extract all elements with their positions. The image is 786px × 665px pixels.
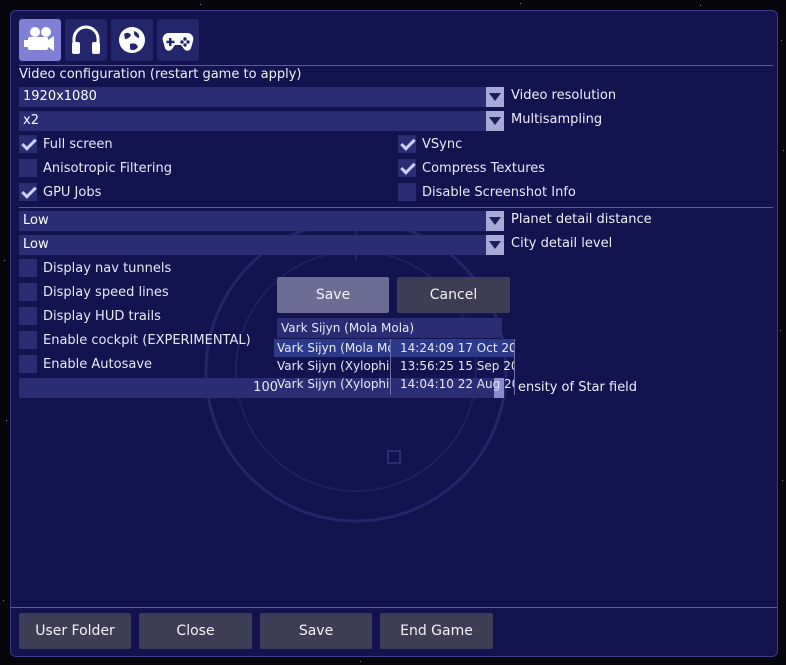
checkbox-label: Enable Autosave xyxy=(43,356,153,372)
planet-detail-value: Low xyxy=(23,213,49,228)
chevron-down-icon[interactable] xyxy=(486,235,504,255)
settings-tabs xyxy=(19,19,199,61)
globe-icon xyxy=(119,27,145,53)
checkbox-label: Display HUD trails xyxy=(43,308,161,324)
resolution-value: 1920x1080 xyxy=(23,89,97,104)
checkbox-label: Disable Screenshot Info xyxy=(422,184,576,200)
planet-detail-dropdown[interactable]: Low xyxy=(19,211,504,231)
multisampling-value: x2 xyxy=(23,113,39,128)
nav-tunnels-checkbox[interactable]: Display nav tunnels xyxy=(19,259,171,277)
resolution-dropdown[interactable]: 1920x1080 xyxy=(19,87,504,107)
checkbox-label: Display nav tunnels xyxy=(43,260,172,276)
save-file-name: Vark Sijyn (Mola Mola) xyxy=(277,341,391,355)
fullscreen-checkbox[interactable]: Full screen xyxy=(19,135,113,153)
column-separator xyxy=(514,339,515,395)
video-camera-icon xyxy=(24,27,54,51)
multisampling-label: Multisampling xyxy=(511,112,603,127)
user-folder-button[interactable]: User Folder xyxy=(19,613,131,649)
chevron-down-icon[interactable] xyxy=(486,87,504,107)
star-field-density-label: ensity of Star field xyxy=(518,380,638,395)
close-button[interactable]: Close xyxy=(139,613,252,649)
save-button[interactable]: Save xyxy=(260,613,372,649)
save-file-date: 14:04:10 22 Aug 2017 xyxy=(400,377,515,391)
checkbox-box[interactable] xyxy=(19,135,37,153)
checkbox-box[interactable] xyxy=(398,183,416,201)
planet-detail-label: Planet detail distance xyxy=(511,212,652,227)
video-config-header: Video configuration (restart game to app… xyxy=(19,67,302,82)
checkbox-label: VSync xyxy=(422,136,463,152)
save-dialog-cancel-button[interactable]: Cancel xyxy=(397,277,510,313)
city-detail-value: Low xyxy=(23,237,49,252)
enable-cockpit-checkbox[interactable]: Enable cockpit (EXPERIMENTAL) xyxy=(19,331,251,349)
tab-language[interactable] xyxy=(111,19,153,61)
compress-textures-checkbox[interactable]: Compress Textures xyxy=(398,159,545,177)
checkbox-box[interactable] xyxy=(19,183,37,201)
checkbox-box[interactable] xyxy=(19,159,37,177)
checkbox-box[interactable] xyxy=(398,159,416,177)
save-dialog-save-button[interactable]: Save xyxy=(277,277,389,313)
checkbox-label: GPU Jobs xyxy=(43,184,102,200)
column-separator xyxy=(390,339,391,395)
tab-video[interactable] xyxy=(19,19,61,61)
multisampling-dropdown[interactable]: x2 xyxy=(19,111,504,131)
separator xyxy=(11,607,777,608)
checkbox-box[interactable] xyxy=(19,283,37,301)
checkbox-label: Compress Textures xyxy=(422,160,546,176)
vsync-checkbox[interactable]: VSync xyxy=(398,135,462,153)
checkbox-box[interactable] xyxy=(19,259,37,277)
checkbox-label: Full screen xyxy=(43,136,113,152)
save-file-row[interactable]: Vark Sijyn (Xylophis) 13:56:25 15 Sep 20… xyxy=(274,357,515,375)
enable-autosave-checkbox[interactable]: Enable Autosave xyxy=(19,355,152,373)
save-file-row[interactable]: Vark Sijyn (Mola Mola) 14:24:09 17 Oct 2… xyxy=(274,339,515,357)
gpu-jobs-checkbox[interactable]: GPU Jobs xyxy=(19,183,101,201)
headphones-icon xyxy=(72,25,100,54)
save-file-name: Vark Sijyn (Xylophis) xyxy=(277,377,391,391)
anisotropic-checkbox[interactable]: Anisotropic Filtering xyxy=(19,159,172,177)
resolution-label: Video resolution xyxy=(511,88,617,103)
chevron-down-icon[interactable] xyxy=(486,211,504,231)
end-game-button[interactable]: End Game xyxy=(380,613,493,649)
checkbox-box[interactable] xyxy=(398,135,416,153)
tab-controls[interactable] xyxy=(157,19,199,61)
settings-window: Video configuration (restart game to app… xyxy=(10,10,778,657)
checkbox-label: Enable cockpit (EXPERIMENTAL) xyxy=(43,332,251,348)
save-file-date: 14:24:09 17 Oct 2017 xyxy=(400,341,515,355)
gamepad-icon xyxy=(162,33,194,51)
checkbox-box[interactable] xyxy=(19,331,37,349)
checkbox-label: Display speed lines xyxy=(43,284,169,300)
checkbox-label: Anisotropic Filtering xyxy=(43,160,173,176)
hud-trails-checkbox[interactable]: Display HUD trails xyxy=(19,307,161,325)
separator xyxy=(19,65,773,66)
chevron-down-icon[interactable] xyxy=(486,111,504,131)
separator xyxy=(19,207,773,208)
save-file-row[interactable]: Vark Sijyn (Xylophis) 14:04:10 22 Aug 20… xyxy=(274,375,515,393)
city-detail-dropdown[interactable]: Low xyxy=(19,235,504,255)
checkbox-box[interactable] xyxy=(19,307,37,325)
save-file-name: Vark Sijyn (Xylophis) xyxy=(277,359,391,373)
city-detail-label: City detail level xyxy=(511,236,613,251)
save-name-input[interactable]: Vark Sijyn (Mola Mola) xyxy=(277,318,502,338)
save-file-date: 13:56:25 15 Sep 2017 xyxy=(400,359,515,373)
save-file-list: Vark Sijyn (Mola Mola) 14:24:09 17 Oct 2… xyxy=(274,339,515,393)
checkbox-box[interactable] xyxy=(19,355,37,373)
tab-sound[interactable] xyxy=(65,19,107,61)
disable-screenshot-info-checkbox[interactable]: Disable Screenshot Info xyxy=(398,183,576,201)
speed-lines-checkbox[interactable]: Display speed lines xyxy=(19,283,169,301)
